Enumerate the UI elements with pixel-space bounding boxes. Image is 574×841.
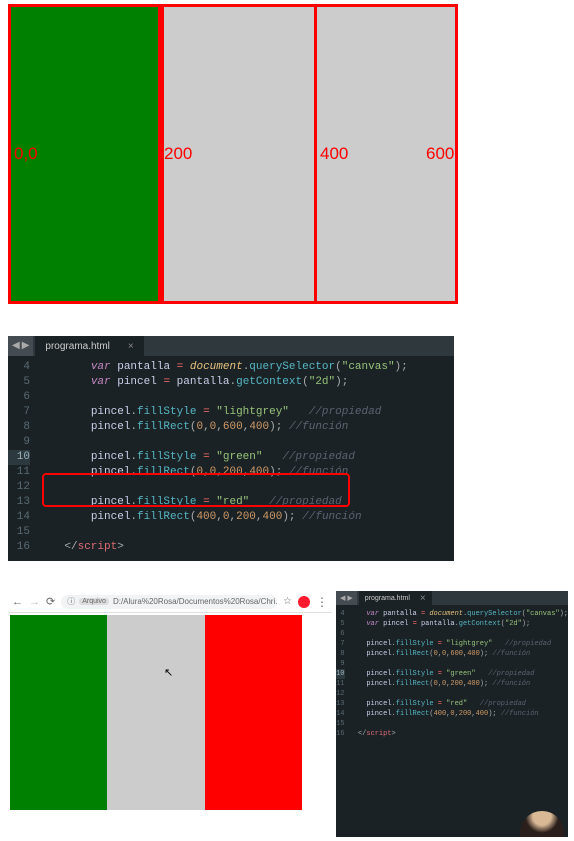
canvas-diagram: 0,0 200 400 600: [8, 4, 458, 304]
rendered-green: [10, 615, 107, 810]
editor-tabbar: ◀ ▶ programa.html ×: [8, 336, 454, 356]
divider-400: [314, 4, 317, 304]
bottom-panels: ← → ⟳ ⓘ Arquivo D:/Alura%20Rosa/Document…: [8, 591, 570, 837]
nav-fwd-icon[interactable]: ▶: [22, 340, 30, 352]
nav-back-icon[interactable]: ◀: [12, 340, 20, 352]
code-content[interactable]: var pantalla = document.querySelector("c…: [38, 360, 454, 555]
mouse-cursor-icon: ↖: [164, 666, 173, 680]
coord-label-200: 200: [164, 144, 192, 164]
nav-fwd-icon[interactable]: ▶: [347, 594, 352, 603]
line-gutter: 45678910111213141516: [8, 360, 38, 555]
code-editor-main: ◀ ▶ programa.html × 45678910111213141516…: [8, 336, 454, 561]
menu-icon[interactable]: ⋮: [316, 598, 328, 606]
canvas-output: ↖: [10, 615, 302, 810]
rendered-red: [205, 615, 302, 810]
red-outline: [8, 4, 458, 304]
tab-label: programa.html: [365, 595, 410, 602]
bookmark-icon[interactable]: ☆: [283, 596, 292, 607]
url-chip: Arquivo: [79, 598, 109, 605]
nav-arrows[interactable]: ◀ ▶: [8, 336, 33, 356]
close-icon[interactable]: ×: [420, 593, 426, 604]
tab-programa[interactable]: programa.html ×: [35, 336, 143, 356]
line-gutter: 45678910111213141516: [336, 609, 350, 739]
coord-label-600: 600: [426, 144, 454, 164]
code-editor-small: ◀ ▶ programa.html × 45678910111213141516…: [336, 591, 568, 837]
coord-label-0: 0,0: [14, 144, 38, 164]
presenter-avatar: [520, 811, 564, 837]
reload-icon[interactable]: ⟳: [46, 595, 55, 608]
url-text: D:/Alura%20Rosa/Documentos%20Rosa/Chri..…: [113, 597, 277, 606]
code-content[interactable]: var pantalla = document.querySelector("c…: [350, 609, 568, 739]
tab-label: programa.html: [45, 341, 109, 352]
editor-tabbar: ◀ ▶ programa.html ×: [336, 591, 568, 605]
nav-back-icon[interactable]: ◀: [340, 594, 345, 603]
back-icon[interactable]: ←: [12, 596, 23, 608]
code-area[interactable]: 45678910111213141516 var pantalla = docu…: [336, 605, 568, 745]
coord-label-400: 400: [320, 144, 348, 164]
tab-programa[interactable]: programa.html ×: [359, 591, 432, 605]
code-area[interactable]: 45678910111213141516 var pantalla = docu…: [8, 356, 454, 561]
url-bar[interactable]: ⓘ Arquivo D:/Alura%20Rosa/Documentos%20R…: [61, 595, 277, 609]
info-icon: ⓘ: [67, 596, 75, 607]
forward-icon[interactable]: →: [29, 596, 40, 608]
close-icon[interactable]: ×: [128, 341, 134, 352]
browser-toolbar: ← → ⟳ ⓘ Arquivo D:/Alura%20Rosa/Document…: [8, 591, 332, 613]
nav-arrows[interactable]: ◀ ▶: [336, 591, 357, 605]
browser-window: ← → ⟳ ⓘ Arquivo D:/Alura%20Rosa/Document…: [8, 591, 332, 837]
opera-icon[interactable]: [298, 596, 310, 608]
